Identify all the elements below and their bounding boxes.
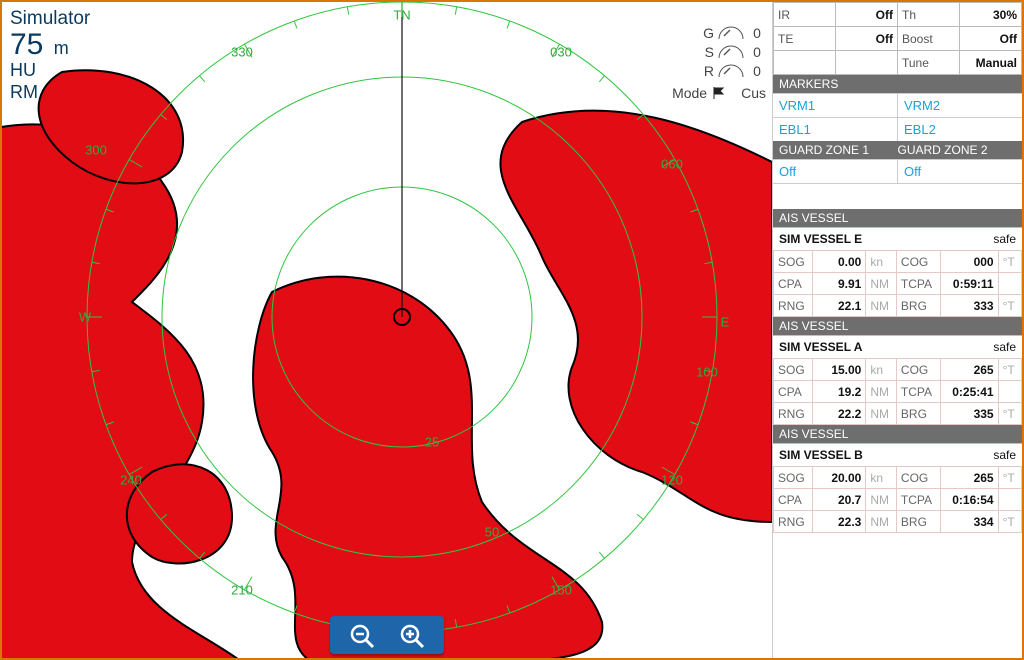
zoom-in-button[interactable] [398,622,426,650]
ir-label: IR [774,3,836,27]
bearing-e: E [721,315,730,330]
guardzone1-header: GUARD ZONE 1 [779,143,898,157]
te-label: TE [774,27,836,51]
vrm2[interactable]: VRM2 [898,94,1022,117]
tune-value[interactable]: Manual [960,51,1022,75]
boost-label: Boost [898,27,960,51]
zoom-out-button[interactable] [348,622,376,650]
bearing-tn: TN [393,8,410,23]
bearing-030: 030 [550,45,572,60]
te-value[interactable]: Off [836,27,898,51]
bearing-210: 210 [231,583,253,598]
ebl1[interactable]: EBL1 [773,118,898,141]
sea-arc-icon [718,45,744,59]
bearing-240: 240 [120,473,142,488]
vessel-data-grid: SOG20.00knCOG265°TCPA20.7NMTCPA0:16:54RN… [773,466,1022,533]
guardzone2-value[interactable]: Off [898,160,1022,183]
ais-header: AIS VESSEL [773,317,1022,335]
zoom-toolbar [330,616,444,654]
th-label: Th [898,3,960,27]
markers-header: MARKERS [773,75,1022,93]
ir-value[interactable]: Off [836,3,898,27]
boost-value[interactable]: Off [960,27,1022,51]
range-value: 75 m [10,30,90,60]
vessel-data-grid: SOG0.00knCOG000°TCPA9.91NMTCPA0:59:11RNG… [773,250,1022,317]
gain-sea-rain-panel: G 0 S 0 R 0 Mode [672,22,766,104]
motion-mode: RM [10,82,90,104]
radar-rings [2,2,772,658]
ebl2[interactable]: EBL2 [898,118,1022,141]
vrm1[interactable]: VRM1 [773,94,898,117]
ring-25: 25 [425,435,439,450]
ais-vessel-list: AIS VESSELSIM VESSEL EsafeSOG0.00knCOG00… [773,209,1022,533]
gain-arc-icon [718,26,744,40]
bearing-100: 100 [696,365,718,380]
vessel-name-row[interactable]: SIM VESSEL Asafe [773,335,1022,358]
vessel-data-grid: SOG15.00knCOG265°TCPA19.2NMTCPA0:25:41RN… [773,358,1022,425]
tune-label: Tune [898,51,960,75]
bearing-w: W [79,310,91,325]
bearing-330: 330 [231,45,253,60]
app-root: TN 030 060 E 120 150 100 S 210 240 W 300… [0,0,1024,660]
bearing-060: 060 [661,157,683,172]
rain-arc-icon [718,64,744,78]
mode-row[interactable]: Mode Cus [672,85,766,101]
ring-50: 50 [485,525,499,540]
radar-display[interactable]: TN 030 060 E 120 150 100 S 210 240 W 300… [2,2,772,658]
guardzone1-value[interactable]: Off [773,160,898,183]
sea-row[interactable]: S 0 [672,44,766,60]
th-value[interactable]: 30% [960,3,1022,27]
bearing-300: 300 [85,143,107,158]
ais-header: AIS VESSEL [773,209,1022,227]
top-left-status: Simulator 75 m HU RM [10,8,90,103]
ais-header: AIS VESSEL [773,425,1022,443]
guardzone2-header: GUARD ZONE 2 [898,143,1017,157]
bearing-120: 120 [661,473,683,488]
vessel-name-row[interactable]: SIM VESSEL Bsafe [773,443,1022,466]
vessel-name-row[interactable]: SIM VESSEL Esafe [773,227,1022,250]
mode-flag-icon [711,86,737,100]
orientation: HU [10,60,90,82]
bearing-150: 150 [550,583,572,598]
tuning-grid: IR Off Th 30% TE Off Boost Off Tune Manu… [773,2,1022,75]
rain-row[interactable]: R 0 [672,63,766,79]
simulator-label: Simulator [10,8,90,30]
gain-row[interactable]: G 0 [672,25,766,41]
sidebar-panel: IR Off Th 30% TE Off Boost Off Tune Manu… [772,2,1022,658]
